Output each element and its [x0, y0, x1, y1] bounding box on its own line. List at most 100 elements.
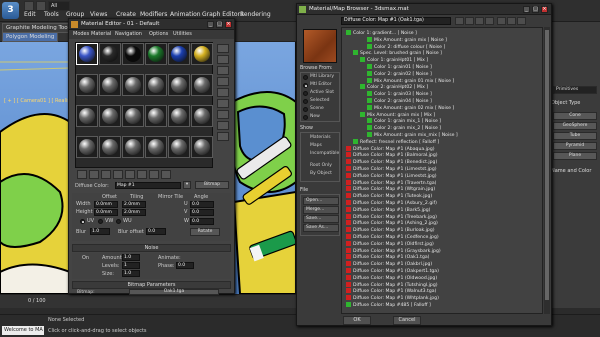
open-button[interactable]: Open...	[303, 197, 339, 205]
map-pick-icon[interactable]: ▾	[183, 181, 191, 189]
show-materials-label[interactable]: Materials	[310, 135, 331, 140]
menu-utilities[interactable]: Utilities	[173, 31, 192, 37]
mtl-editor-radio[interactable]	[303, 83, 308, 88]
material-sample-slot[interactable]	[191, 136, 213, 158]
open-icon[interactable]	[36, 1, 46, 11]
material-sample-slot[interactable]	[76, 136, 98, 158]
material-sample-slot[interactable]	[168, 43, 190, 65]
backlight-icon[interactable]	[217, 55, 229, 64]
geosphere-button[interactable]: GeoSphere	[553, 122, 597, 130]
material-sample-slot[interactable]	[76, 105, 98, 127]
select-by-material-icon[interactable]	[217, 121, 229, 130]
material-sample-slot[interactable]	[122, 105, 144, 127]
menu-animation[interactable]: Animation	[170, 11, 201, 18]
material-sample-slot[interactable]	[122, 43, 144, 65]
material-sample-slot[interactable]	[99, 105, 121, 127]
browser-maximize-icon[interactable]: □	[532, 6, 539, 13]
menu-edit[interactable]: Edit	[24, 11, 36, 18]
material-sample-slot[interactable]	[122, 136, 144, 158]
noise-amount-field[interactable]: 1.0	[122, 254, 140, 261]
sample-type-icon[interactable]	[217, 44, 229, 53]
view-list-icons-icon[interactable]	[465, 17, 474, 25]
bitmap-file-button[interactable]: Oak1.tga	[129, 289, 219, 295]
noise-levels-field[interactable]: 1	[122, 262, 140, 269]
browser-minimize-icon[interactable]: _	[523, 6, 530, 13]
save-as-button[interactable]: Save As...	[303, 224, 339, 232]
video-color-check-icon[interactable]	[217, 88, 229, 97]
uv-radio[interactable]	[80, 219, 85, 224]
material-sample-slot[interactable]	[76, 74, 98, 96]
material-sample-slot[interactable]	[168, 136, 190, 158]
tree-row[interactable]: Diffuse Color: Map #485 [ Falloff ]	[346, 302, 431, 309]
material-sample-slot[interactable]	[191, 105, 213, 127]
root-only-label[interactable]: Root Only	[310, 163, 332, 168]
get-material-icon[interactable]	[77, 170, 87, 179]
material-sample-slot[interactable]	[99, 136, 121, 158]
wu-radio[interactable]	[116, 219, 121, 224]
offset-height-field[interactable]: 0.0mm	[94, 209, 118, 216]
new-radio[interactable]	[303, 115, 308, 120]
merge-button[interactable]: Merge...	[303, 206, 339, 214]
tree-scrollbar-thumb[interactable]	[545, 30, 549, 300]
by-object-label[interactable]: By Object	[310, 171, 332, 176]
material-sample-slot[interactable]	[168, 74, 190, 96]
browser-titlebar[interactable]: Material/Map Browser - 3dsmax.mat _ □ ×	[297, 4, 551, 15]
blur-field[interactable]: 1.0	[90, 228, 110, 235]
material-sample-slot[interactable]	[145, 136, 167, 158]
update-scene-materials-icon[interactable]	[497, 17, 506, 25]
reset-map-icon[interactable]	[113, 170, 123, 179]
material-sample-slot[interactable]	[145, 105, 167, 127]
selection-filter-dropdown[interactable]: All	[48, 1, 70, 11]
scene-radio[interactable]	[303, 107, 308, 112]
angle-u-field[interactable]: 0.0	[190, 201, 214, 208]
go-to-parent-icon[interactable]	[149, 170, 159, 179]
browser-close-icon[interactable]: ×	[541, 6, 548, 13]
new-icon[interactable]	[24, 1, 34, 11]
primitive-type-dropdown[interactable]: Primitives	[553, 86, 597, 94]
delete-from-library-icon[interactable]	[507, 17, 516, 25]
cancel-button[interactable]: Cancel	[393, 316, 421, 325]
show-maps-label[interactable]: Maps	[310, 143, 322, 148]
tube-button[interactable]: Tube	[553, 132, 597, 140]
material-tree-list[interactable]: Color 1: gradient... [ Noise ] Mix Amount…	[341, 27, 543, 314]
tiling-height-field[interactable]: 2.0mm	[122, 209, 146, 216]
make-preview-icon[interactable]	[217, 99, 229, 108]
blur-offset-field[interactable]: 0.0	[146, 228, 166, 235]
view-list-icon[interactable]	[455, 17, 464, 25]
menu-modifiers[interactable]: Modifiers	[140, 11, 167, 18]
noise-rollout[interactable]: Noise	[72, 244, 231, 252]
minimize-icon[interactable]: _	[207, 21, 214, 28]
noise-phase-field[interactable]: 0.0	[176, 262, 194, 269]
maximize-icon[interactable]: □	[216, 21, 223, 28]
material-sample-slot[interactable]	[99, 43, 121, 65]
options-icon[interactable]	[217, 110, 229, 119]
menu-group[interactable]: Group	[66, 11, 84, 18]
angle-v-field[interactable]: 0.0	[190, 209, 214, 216]
view-large-icons-icon[interactable]	[485, 17, 494, 25]
selected-radio[interactable]	[303, 99, 308, 104]
browser-name-field[interactable]: Diffuse Color: Map #1 (Oak1.tga)	[341, 17, 451, 25]
material-sample-slot[interactable]	[76, 43, 98, 65]
plane-button[interactable]: Plane	[553, 152, 597, 160]
tiling-width-field[interactable]: 2.0mm	[122, 201, 146, 208]
map-name-field[interactable]: Map #1	[115, 182, 181, 189]
material-sample-slot[interactable]	[122, 74, 144, 96]
material-sample-slot[interactable]	[145, 74, 167, 96]
material-sample-slot[interactable]	[99, 74, 121, 96]
put-material-icon[interactable]	[89, 170, 99, 179]
copy-material-icon[interactable]	[125, 170, 135, 179]
material-sample-slot[interactable]	[168, 105, 190, 127]
time-slider[interactable]: 0 / 100	[0, 294, 296, 308]
sample-uv-tiling-icon[interactable]	[217, 77, 229, 86]
menu-graph-editors[interactable]: Graph Editors	[202, 11, 243, 18]
show-incompatible-label[interactable]: Incompatible	[310, 151, 339, 156]
sample-slot-grid[interactable]	[75, 42, 213, 168]
vw-radio[interactable]	[98, 219, 103, 224]
menu-rendering[interactable]: Rendering	[240, 11, 271, 18]
noise-size-field[interactable]: 1.0	[122, 270, 140, 277]
menu-modes[interactable]: Modes	[73, 31, 89, 37]
menu-material[interactable]: Material	[91, 31, 111, 37]
material-sample-slot[interactable]	[145, 43, 167, 65]
material-editor-titlebar[interactable]: Material Editor - 01 - Default _ □ ×	[69, 19, 234, 30]
menu-options[interactable]: Options	[149, 31, 168, 37]
